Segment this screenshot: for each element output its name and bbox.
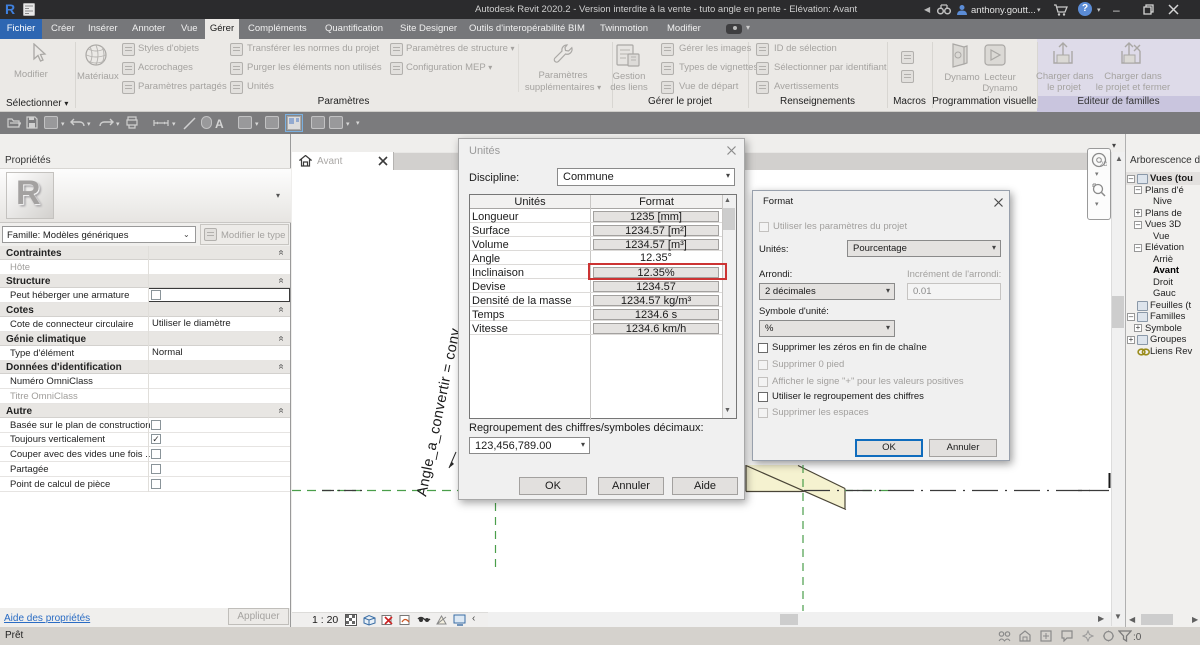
svg-text:Angle_a_convertir = conv: Angle_a_convertir = conv <box>414 326 464 497</box>
svg-text:2D: 2D <box>1100 162 1107 168</box>
